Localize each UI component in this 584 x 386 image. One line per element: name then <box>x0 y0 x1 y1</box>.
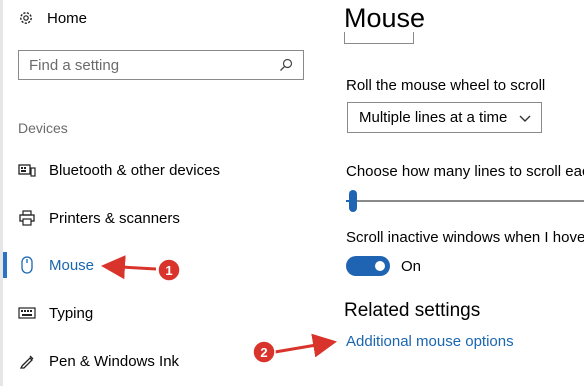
sidebar-item-mouse[interactable]: Mouse <box>0 252 260 278</box>
sidebar-item-bluetooth[interactable]: Bluetooth & other devices <box>0 157 260 183</box>
sidebar-item-pen[interactable]: Pen & Windows Ink <box>0 348 260 374</box>
sidebar-item-label: Printers & scanners <box>49 209 180 227</box>
sidebar-item-label: Typing <box>49 304 94 322</box>
related-settings-heading: Related settings <box>344 300 481 321</box>
printer-icon <box>18 209 36 227</box>
page-title: Mouse <box>344 3 426 33</box>
home-link[interactable]: Home <box>18 8 87 28</box>
search-icon[interactable] <box>279 58 293 72</box>
lines-to-scroll-label: Choose how many lines to scroll eac <box>346 163 584 180</box>
devices-icon <box>18 161 36 179</box>
pen-icon <box>18 352 36 370</box>
scroll-wheel-label: Roll the mouse wheel to scroll <box>346 77 546 94</box>
lines-slider-track[interactable] <box>346 200 584 202</box>
scroll-mode-value: Multiple lines at a time <box>359 109 508 126</box>
toggle-state-label: On <box>401 258 422 275</box>
mouse-icon <box>18 256 36 274</box>
toggle-knob <box>375 261 385 271</box>
gear-icon <box>18 10 34 26</box>
chevron-down-icon <box>518 111 532 125</box>
keyboard-icon <box>18 304 36 322</box>
devices-section-title: Devices <box>18 120 68 136</box>
additional-mouse-options-link[interactable]: Additional mouse options <box>346 333 514 350</box>
sidebar-item-typing[interactable]: Typing <box>0 300 260 326</box>
sidebar-item-label: Pen & Windows Ink <box>49 352 180 370</box>
home-label: Home <box>47 9 88 27</box>
search-input[interactable]: Find a setting <box>18 50 304 80</box>
scroll-inactive-label: Scroll inactive windows when I hove <box>346 229 584 246</box>
mouse-settings-panel: Mouse Roll the mouse wheel to scroll Mul… <box>344 0 584 386</box>
scroll-mode-select[interactable]: Multiple lines at a time <box>347 102 542 133</box>
clipped-control-above[interactable] <box>344 32 414 44</box>
settings-sidebar: Home Find a setting Devices Bluetooth & … <box>0 0 330 386</box>
search-placeholder: Find a setting <box>29 56 120 74</box>
scroll-inactive-toggle[interactable] <box>346 256 390 276</box>
sidebar-item-printers[interactable]: Printers & scanners <box>0 205 260 231</box>
sidebar-item-label: Mouse <box>49 256 95 274</box>
sidebar-item-label: Bluetooth & other devices <box>49 161 220 179</box>
lines-slider-thumb[interactable] <box>349 190 357 212</box>
